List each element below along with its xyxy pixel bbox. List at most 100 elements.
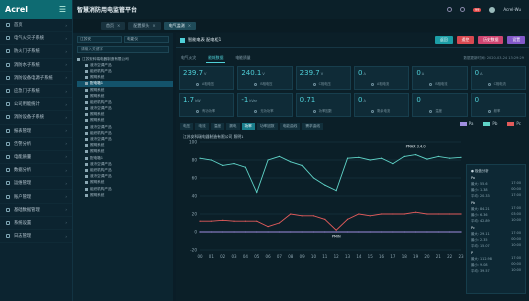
metric-label: B相电压: [260, 82, 273, 86]
company-select[interactable]: 江苏安: [77, 36, 122, 43]
nav-item[interactable]: 电气火灾子系统 ›: [0, 32, 72, 46]
nav-item[interactable]: 消防设备子系统 ›: [0, 111, 72, 125]
metric-card: 0 温度: [412, 93, 468, 117]
nav-item[interactable]: 数据分析 ›: [0, 164, 72, 178]
chart-tab[interactable]: 电流: [195, 123, 209, 130]
page-tab[interactable]: 首页 ×: [101, 21, 126, 30]
chart-tab[interactable]: 电能曲线: [279, 123, 301, 130]
metric-value: 0: [416, 69, 421, 77]
metric-status-icon: [370, 110, 374, 113]
legend-item[interactable]: Pb: [483, 121, 497, 126]
metric-value: 0: [357, 69, 363, 77]
extremes-value: 最大: 112.98: [471, 257, 492, 261]
metric-unit: A: [421, 72, 425, 76]
extremes-time: 17:00: [511, 231, 521, 235]
data-point: [222, 219, 224, 221]
notification-badge[interactable]: 99: [472, 7, 482, 12]
extremes-value: 最大: 29.11: [471, 232, 490, 236]
nav-item-icon: [6, 102, 10, 107]
nav-item[interactable]: 防火门子系统 ›: [0, 45, 72, 59]
extremes-group-head: Pb: [471, 201, 476, 205]
extremes-line: 最大: 29.11 17:00: [471, 231, 521, 236]
avatar[interactable]: [489, 6, 496, 13]
nav-item-icon: [6, 220, 10, 225]
metric-card: 0A 剩余电流: [353, 93, 410, 117]
nav-item-icon: [6, 128, 10, 133]
x-tick-label: 07: [277, 254, 283, 259]
update-time: 数据更新时间: 2020-03-24 13:29:29: [463, 55, 524, 60]
fullscreen-icon[interactable]: [459, 7, 465, 12]
close-icon[interactable]: ×: [188, 23, 191, 28]
page-tab[interactable]: 配置探头 ×: [128, 21, 161, 30]
chart-tab[interactable]: 需求曲线: [302, 123, 324, 130]
metric-card: 1.7kW 有功功率: [179, 93, 235, 117]
tree-node-label: 液冷空调产品: [90, 174, 112, 179]
extremes-line: 平均: 39.57 10:00: [471, 268, 521, 273]
sub-tab[interactable]: 电能质量: [233, 53, 252, 63]
data-point: [256, 231, 258, 233]
metric-value: 0: [357, 96, 363, 104]
history-data-button[interactable]: 历史数据: [478, 36, 504, 44]
data-point: [380, 157, 383, 159]
close-icon[interactable]: ×: [152, 23, 155, 28]
page-tab[interactable]: 电气监测 ×: [163, 21, 197, 30]
metric-label: 频率: [493, 109, 501, 113]
nav-item[interactable]: 首页 ›: [0, 19, 72, 33]
nav-item-label: 告警分析: [14, 141, 32, 147]
data-point: [199, 220, 201, 222]
nav-item[interactable]: 运维管理 ›: [0, 177, 72, 191]
nav-item[interactable]: 应急门子系统 ›: [0, 85, 72, 99]
sub-tab[interactable]: 能耗数据: [206, 53, 226, 63]
tree-node-label: 液冷空调产品: [90, 124, 112, 129]
series-line-pc: [200, 211, 461, 231]
sub-tab[interactable]: 电气火灾: [179, 53, 198, 63]
nav-item[interactable]: 基础数据管理 ›: [0, 204, 72, 217]
settings-button[interactable]: 设置: [507, 36, 525, 44]
x-tick-label: 19: [413, 254, 419, 259]
nav-item-label: 数据分析: [14, 168, 32, 174]
menu-toggle-icon[interactable]: ☰: [59, 5, 66, 14]
close-icon[interactable]: ×: [117, 23, 120, 28]
extremes-value: 平均: 15.07: [471, 244, 490, 248]
remote-control-button[interactable]: 遥控: [456, 36, 475, 44]
legend-item[interactable]: Pa: [459, 121, 473, 126]
nav-item[interactable]: 告警分析 ›: [0, 138, 72, 151]
data-point: [403, 213, 405, 215]
user-name[interactable]: Acrel-Wu: [503, 7, 521, 12]
tree-node-label: 液冷空调产品: [90, 106, 112, 111]
legend-item[interactable]: Pc: [507, 121, 521, 126]
data-point: [426, 213, 428, 215]
search-icon[interactable]: [446, 7, 452, 12]
chart-tab[interactable]: 电压: [180, 123, 194, 130]
data-point: [267, 226, 269, 228]
extremes-title: ● 极值分析: [471, 169, 489, 173]
nav-item[interactable]: 报表管理 ›: [0, 125, 72, 138]
brand-bar: Acrel ☰: [0, 0, 72, 19]
nav-item[interactable]: 消防水子系统 ›: [0, 59, 72, 72]
device-type-select[interactable]: 电能仪: [124, 36, 169, 43]
chart-tab[interactable]: 功率因数: [256, 123, 278, 130]
nav-item[interactable]: 消防设备电源子系统 ›: [0, 72, 72, 85]
data-point: [335, 229, 337, 231]
nav-item-label: 消防水子系统: [14, 62, 40, 68]
nav-item[interactable]: 账户管理 ›: [0, 190, 72, 204]
chart-tab[interactable]: 温度: [210, 123, 225, 130]
data-point: [449, 213, 451, 215]
nav-item[interactable]: 公司用能统计 ›: [0, 98, 72, 112]
back-button[interactable]: 返回: [435, 36, 453, 44]
extremes-group-head: Pa: [471, 176, 475, 180]
tree-node[interactable]: 照明系统: [77, 192, 173, 198]
folder-icon: [85, 175, 88, 179]
x-tick-label: 11: [322, 254, 328, 259]
x-tick-label: 18: [402, 254, 408, 259]
top-tools: 99 Acrel-Wu: [446, 6, 521, 13]
nav-item[interactable]: 系统设置 ›: [0, 217, 72, 230]
nav-item[interactable]: 电能质量 ›: [0, 151, 72, 165]
extremes-line: 最大: 112.98 17:00: [471, 256, 521, 261]
nav-item[interactable]: 日志管理 ›: [0, 230, 72, 244]
legend-swatch: [459, 121, 467, 126]
chart-tab[interactable]: 漏电: [226, 123, 240, 130]
tree-search-input[interactable]: 请输入关键字: [77, 46, 169, 53]
data-point: [233, 220, 235, 222]
chart-tab[interactable]: 功率: [241, 123, 255, 130]
